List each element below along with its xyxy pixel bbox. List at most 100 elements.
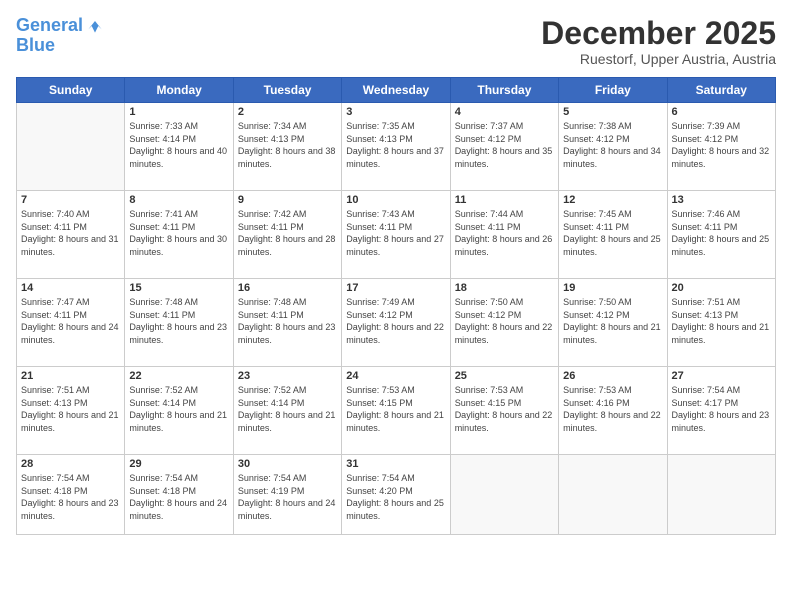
cell-info: Sunrise: 7:53 AMSunset: 4:15 PMDaylight:… <box>455 384 554 434</box>
calendar-cell: 11 Sunrise: 7:44 AMSunset: 4:11 PMDayligh… <box>450 191 558 279</box>
cell-info: Sunrise: 7:35 AMSunset: 4:13 PMDaylight:… <box>346 120 445 170</box>
calendar-cell: 3 Sunrise: 7:35 AMSunset: 4:13 PMDaylight… <box>342 103 450 191</box>
day-number: 3 <box>346 106 445 118</box>
cell-info: Sunrise: 7:41 AMSunset: 4:11 PMDaylight:… <box>129 208 228 258</box>
cell-info: Sunrise: 7:54 AMSunset: 4:18 PMDaylight:… <box>129 472 228 522</box>
day-number: 30 <box>238 458 337 470</box>
calendar-cell <box>667 455 775 535</box>
day-number: 31 <box>346 458 445 470</box>
cell-info: Sunrise: 7:48 AMSunset: 4:11 PMDaylight:… <box>129 296 228 346</box>
header-wednesday: Wednesday <box>342 78 450 103</box>
calendar-cell: 9 Sunrise: 7:42 AMSunset: 4:11 PMDaylight… <box>233 191 341 279</box>
day-number: 27 <box>672 370 771 382</box>
logo-icon <box>85 16 105 36</box>
day-number: 18 <box>455 282 554 294</box>
day-number: 2 <box>238 106 337 118</box>
day-number: 7 <box>21 194 120 206</box>
day-number: 24 <box>346 370 445 382</box>
calendar-cell: 1Sunrise: 7:33 AMSunset: 4:14 PMDaylight… <box>125 103 233 191</box>
calendar-cell: 8 Sunrise: 7:41 AMSunset: 4:11 PMDaylight… <box>125 191 233 279</box>
logo-blue: Blue <box>16 36 105 56</box>
cell-info: Sunrise: 7:51 AMSunset: 4:13 PMDaylight:… <box>672 296 771 346</box>
calendar-cell: 22 Sunrise: 7:52 AMSunset: 4:14 PMDayligh… <box>125 367 233 455</box>
cell-info: Sunrise: 7:51 AMSunset: 4:13 PMDaylight:… <box>21 384 120 434</box>
day-number: 6 <box>672 106 771 118</box>
day-number: 29 <box>129 458 228 470</box>
cell-info: Sunrise: 7:44 AMSunset: 4:11 PMDaylight:… <box>455 208 554 258</box>
calendar-table: Sunday Monday Tuesday Wednesday Thursday… <box>16 77 776 535</box>
header-friday: Friday <box>559 78 667 103</box>
cell-info: Sunrise: 7:47 AMSunset: 4:11 PMDaylight:… <box>21 296 120 346</box>
day-number: 22 <box>129 370 228 382</box>
cell-info: Sunrise: 7:37 AMSunset: 4:12 PMDaylight:… <box>455 120 554 170</box>
day-number: 9 <box>238 194 337 206</box>
calendar-cell: 14 Sunrise: 7:47 AMSunset: 4:11 PMDayligh… <box>17 279 125 367</box>
calendar-header-row: Sunday Monday Tuesday Wednesday Thursday… <box>17 78 776 103</box>
cell-info: Sunrise: 7:52 AMSunset: 4:14 PMDaylight:… <box>238 384 337 434</box>
calendar-cell: 28Sunrise: 7:54 AMSunset: 4:18 PMDayligh… <box>17 455 125 535</box>
calendar-cell: 12 Sunrise: 7:45 AMSunset: 4:11 PMDayligh… <box>559 191 667 279</box>
day-number: 21 <box>21 370 120 382</box>
calendar-cell: 25 Sunrise: 7:53 AMSunset: 4:15 PMDayligh… <box>450 367 558 455</box>
logo-text: General <box>16 16 83 36</box>
calendar-cell: 16Sunrise: 7:48 AMSunset: 4:11 PMDayligh… <box>233 279 341 367</box>
cell-info: Sunrise: 7:42 AMSunset: 4:11 PMDaylight:… <box>238 208 337 258</box>
cell-info: Sunrise: 7:54 AMSunset: 4:20 PMDaylight:… <box>346 472 445 522</box>
cell-info: Sunrise: 7:38 AMSunset: 4:12 PMDaylight:… <box>563 120 662 170</box>
calendar-cell: 24 Sunrise: 7:53 AMSunset: 4:15 PMDayligh… <box>342 367 450 455</box>
calendar-cell: 7 Sunrise: 7:40 AMSunset: 4:11 PMDaylight… <box>17 191 125 279</box>
calendar-cell: 5Sunrise: 7:38 AMSunset: 4:12 PMDaylight… <box>559 103 667 191</box>
cell-info: Sunrise: 7:34 AMSunset: 4:13 PMDaylight:… <box>238 120 337 170</box>
calendar-cell: 10Sunrise: 7:43 AMSunset: 4:11 PMDayligh… <box>342 191 450 279</box>
cell-info: Sunrise: 7:50 AMSunset: 4:12 PMDaylight:… <box>563 296 662 346</box>
page-subtitle: Ruestorf, Upper Austria, Austria <box>541 51 776 67</box>
cell-info: Sunrise: 7:43 AMSunset: 4:11 PMDaylight:… <box>346 208 445 258</box>
page-title: December 2025 <box>541 16 776 51</box>
calendar-cell: 6 Sunrise: 7:39 AMSunset: 4:12 PMDaylight… <box>667 103 775 191</box>
day-number: 13 <box>672 194 771 206</box>
calendar-cell: 26Sunrise: 7:53 AMSunset: 4:16 PMDayligh… <box>559 367 667 455</box>
cell-info: Sunrise: 7:40 AMSunset: 4:11 PMDaylight:… <box>21 208 120 258</box>
day-number: 25 <box>455 370 554 382</box>
calendar-week-3: 14 Sunrise: 7:47 AMSunset: 4:11 PMDayligh… <box>17 279 776 367</box>
cell-info: Sunrise: 7:50 AMSunset: 4:12 PMDaylight:… <box>455 296 554 346</box>
day-number: 14 <box>21 282 120 294</box>
calendar-cell: 19 Sunrise: 7:50 AMSunset: 4:12 PMDayligh… <box>559 279 667 367</box>
day-number: 4 <box>455 106 554 118</box>
calendar-cell: 2 Sunrise: 7:34 AMSunset: 4:13 PMDaylight… <box>233 103 341 191</box>
day-number: 16 <box>238 282 337 294</box>
calendar-cell: 31 Sunrise: 7:54 AMSunset: 4:20 PMDayligh… <box>342 455 450 535</box>
cell-info: Sunrise: 7:46 AMSunset: 4:11 PMDaylight:… <box>672 208 771 258</box>
day-number: 20 <box>672 282 771 294</box>
cell-info: Sunrise: 7:45 AMSunset: 4:11 PMDaylight:… <box>563 208 662 258</box>
day-number: 8 <box>129 194 228 206</box>
day-number: 19 <box>563 282 662 294</box>
day-number: 11 <box>455 194 554 206</box>
day-number: 12 <box>563 194 662 206</box>
calendar-cell: 29 Sunrise: 7:54 AMSunset: 4:18 PMDayligh… <box>125 455 233 535</box>
page: General Blue December 2025 Ruestorf, Upp… <box>0 0 792 612</box>
calendar-cell <box>17 103 125 191</box>
calendar-cell <box>559 455 667 535</box>
calendar-cell: 4 Sunrise: 7:37 AMSunset: 4:12 PMDaylight… <box>450 103 558 191</box>
cell-info: Sunrise: 7:39 AMSunset: 4:12 PMDaylight:… <box>672 120 771 170</box>
day-number: 17 <box>346 282 445 294</box>
calendar-cell <box>450 455 558 535</box>
cell-info: Sunrise: 7:54 AMSunset: 4:19 PMDaylight:… <box>238 472 337 522</box>
header-saturday: Saturday <box>667 78 775 103</box>
calendar-cell: 13 Sunrise: 7:46 AMSunset: 4:11 PMDayligh… <box>667 191 775 279</box>
day-number: 28 <box>21 458 120 470</box>
calendar-cell: 21 Sunrise: 7:51 AMSunset: 4:13 PMDayligh… <box>17 367 125 455</box>
calendar-cell: 20 Sunrise: 7:51 AMSunset: 4:13 PMDayligh… <box>667 279 775 367</box>
calendar-cell: 15Sunrise: 7:48 AMSunset: 4:11 PMDayligh… <box>125 279 233 367</box>
cell-info: Sunrise: 7:52 AMSunset: 4:14 PMDaylight:… <box>129 384 228 434</box>
calendar-cell: 18 Sunrise: 7:50 AMSunset: 4:12 PMDayligh… <box>450 279 558 367</box>
calendar-cell: 23Sunrise: 7:52 AMSunset: 4:14 PMDayligh… <box>233 367 341 455</box>
calendar-cell: 30 Sunrise: 7:54 AMSunset: 4:19 PMDayligh… <box>233 455 341 535</box>
calendar-week-2: 7 Sunrise: 7:40 AMSunset: 4:11 PMDaylight… <box>17 191 776 279</box>
calendar-week-4: 21 Sunrise: 7:51 AMSunset: 4:13 PMDayligh… <box>17 367 776 455</box>
logo: General Blue <box>16 16 105 56</box>
header: General Blue December 2025 Ruestorf, Upp… <box>16 16 776 67</box>
cell-info: Sunrise: 7:53 AMSunset: 4:15 PMDaylight:… <box>346 384 445 434</box>
calendar-week-5: 28 Sunrise: 7:54 AMSunset: 4:18 PMDayligh… <box>17 455 776 535</box>
